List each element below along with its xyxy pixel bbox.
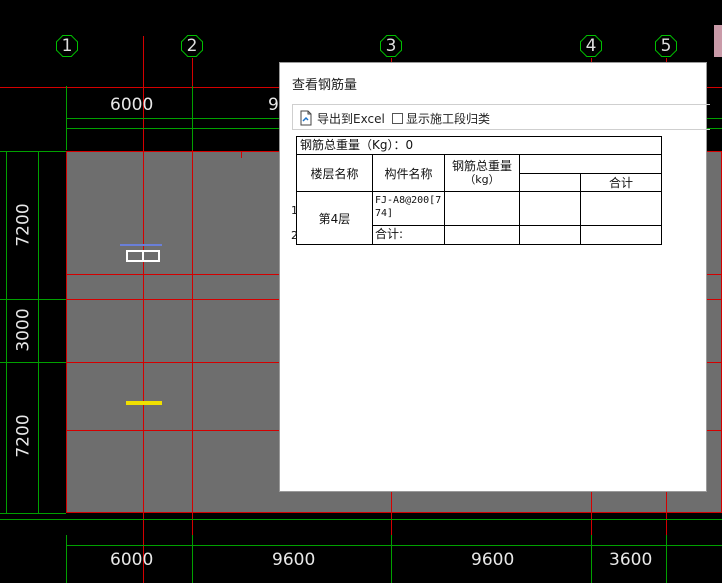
- dim-tick-b1: [66, 535, 67, 583]
- axis-bubble-2: 2: [181, 35, 203, 57]
- left-dim-3000: 3000: [13, 308, 34, 352]
- floor-cell: 第4层: [296, 191, 373, 245]
- header-component: 构件名称: [372, 154, 445, 192]
- header-total-weight-unit: （kg）: [464, 173, 500, 186]
- component-total-cell: 合计:: [372, 225, 445, 245]
- dim-line-left: [6, 151, 7, 513]
- axis-bubble-4: 4: [580, 35, 602, 57]
- dim-tick-t2: [192, 86, 193, 150]
- dim-tick-b4: [591, 535, 592, 583]
- component-cell: FJ-A8@200[774]: [372, 191, 445, 226]
- subtotal-cell-1: [580, 191, 662, 226]
- dim-tick-l2: [0, 299, 66, 300]
- blank-cell-1: [519, 191, 581, 226]
- header-group-blank: [519, 173, 581, 192]
- header-group-top: [519, 154, 662, 174]
- axis-bubble-5: 5: [655, 35, 677, 57]
- weight-cell-2: [444, 225, 520, 245]
- dialog-toolbar: 导出到Excel 显示施工段归类: [292, 104, 710, 130]
- weight-cell-1: [444, 191, 520, 226]
- subtotal-cell-2: [580, 225, 662, 245]
- avatar-corner: [714, 25, 722, 57]
- dim-tick-l1: [0, 151, 66, 152]
- dim-tick-b2: [192, 535, 193, 583]
- left-dim-7200-b: 7200: [13, 414, 34, 458]
- axis-bubble-1: 1: [56, 35, 78, 57]
- group-by-segment-label: 显示施工段归类: [406, 111, 491, 126]
- header-subtotal: 合计: [580, 173, 662, 192]
- table-total-row: 钢筋总重量（Kg）：0: [296, 136, 662, 155]
- rebar-quantity-dialog: 查看钢筋量 导出到Excel 显示施工段归类: [279, 62, 710, 492]
- tick-mark: I: [240, 150, 243, 161]
- header-floor: 楼层名称: [296, 154, 373, 192]
- bottom-dim-3600: 3600: [609, 550, 653, 570]
- rebar-marker-yellow[interactable]: [126, 401, 162, 405]
- group-by-segment-toggle[interactable]: 显示施工段归类: [392, 109, 490, 127]
- row-number-1: 1: [291, 204, 298, 217]
- left-dim-7200-a: 7200: [13, 203, 34, 247]
- rebar-marker-blue: [120, 244, 162, 246]
- bottom-dim-6000: 6000: [110, 550, 154, 570]
- export-excel-button[interactable]: 导出到Excel: [299, 109, 385, 127]
- bottom-dim-9600-a: 9600: [272, 550, 316, 570]
- dim-tick-t1: [66, 86, 67, 150]
- group-by-segment-checkbox[interactable]: [392, 112, 403, 124]
- bottom-dim-9600-b: 9600: [471, 550, 515, 570]
- blank-cell-2: [519, 225, 581, 245]
- dim-line-bottom: [66, 545, 722, 546]
- dim-tick-b5: [666, 535, 667, 583]
- dialog-title: 查看钢筋量: [292, 78, 358, 93]
- header-total-weight-label: 钢筋总重量: [451, 159, 512, 173]
- rebar-marker-white-divider: [142, 250, 144, 262]
- axis-bubble-3: 3: [380, 35, 402, 57]
- excel-export-icon: [300, 110, 312, 126]
- header-total-weight: 钢筋总重量 （kg）: [444, 154, 520, 192]
- dim-tick-l4: [0, 513, 66, 514]
- dim-tick-l3: [0, 362, 66, 363]
- top-dim-6000: 6000: [110, 95, 154, 115]
- export-excel-label: 导出到Excel: [317, 111, 385, 126]
- dim-line-left2: [38, 151, 39, 513]
- row-number-2: 2: [291, 229, 298, 242]
- dim-tick-b3: [391, 535, 392, 583]
- dim-line-bottom2: [0, 519, 722, 520]
